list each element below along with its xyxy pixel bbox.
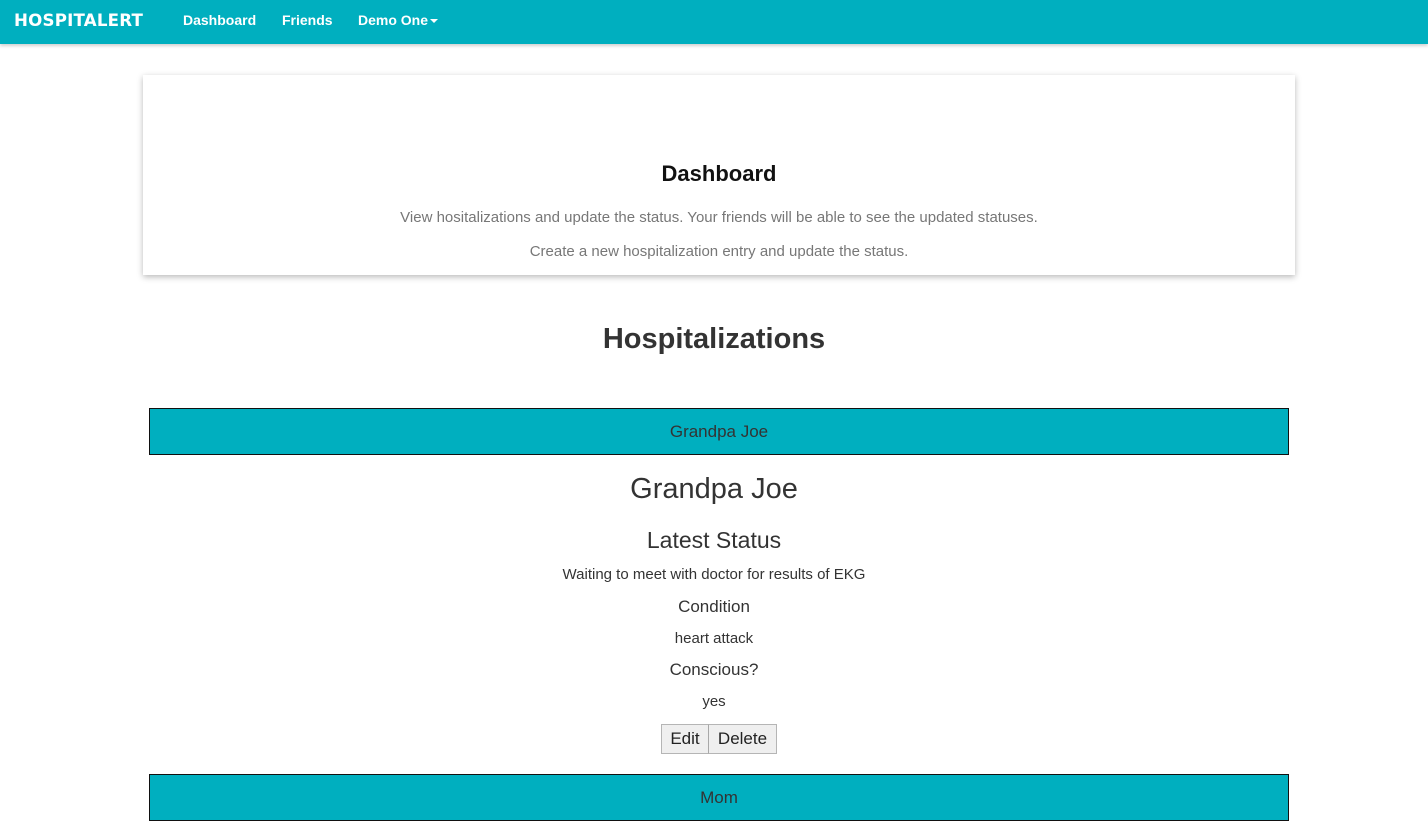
conscious-value: yes <box>702 693 726 710</box>
user-menu-dropdown[interactable]: Demo One <box>358 0 439 40</box>
condition-heading: Condition <box>678 597 750 616</box>
edit-button[interactable]: Edit <box>661 724 709 754</box>
hospitalization-actions: Edit Delete <box>661 724 777 754</box>
hospitalization-toggle-mom[interactable]: Mom <box>149 774 1289 821</box>
top-navbar: HospitAlert Dashboard Friends Demo One <box>0 0 1428 44</box>
dashboard-description-2: Create a new hospitalization entry and u… <box>529 243 909 260</box>
latest-status-value: Waiting to meet with doctor for results … <box>562 566 866 583</box>
dashboard-jumbotron: Dashboard View hositalizations and updat… <box>143 75 1295 275</box>
dashboard-title: Dashboard <box>661 161 777 186</box>
caret-down-icon <box>430 19 439 23</box>
latest-status-heading: Latest Status <box>646 527 782 553</box>
nav-dashboard-link[interactable]: Dashboard <box>183 0 256 40</box>
nav-friends-link[interactable]: Friends <box>282 0 333 40</box>
user-menu-label: Demo One <box>358 12 429 28</box>
hospitalization-toggle-grandpa-joe[interactable]: Grandpa Joe <box>149 408 1289 455</box>
delete-button[interactable]: Delete <box>709 724 777 754</box>
condition-value: heart attack <box>674 630 754 647</box>
conscious-heading: Conscious? <box>669 660 759 679</box>
hospitalizations-heading: Hospitalizations <box>602 323 826 355</box>
dashboard-description-1: View hositalizations and update the stat… <box>400 209 1038 226</box>
patient-name: Grandpa Joe <box>630 473 798 505</box>
brand-logo[interactable]: HospitAlert <box>14 9 143 33</box>
